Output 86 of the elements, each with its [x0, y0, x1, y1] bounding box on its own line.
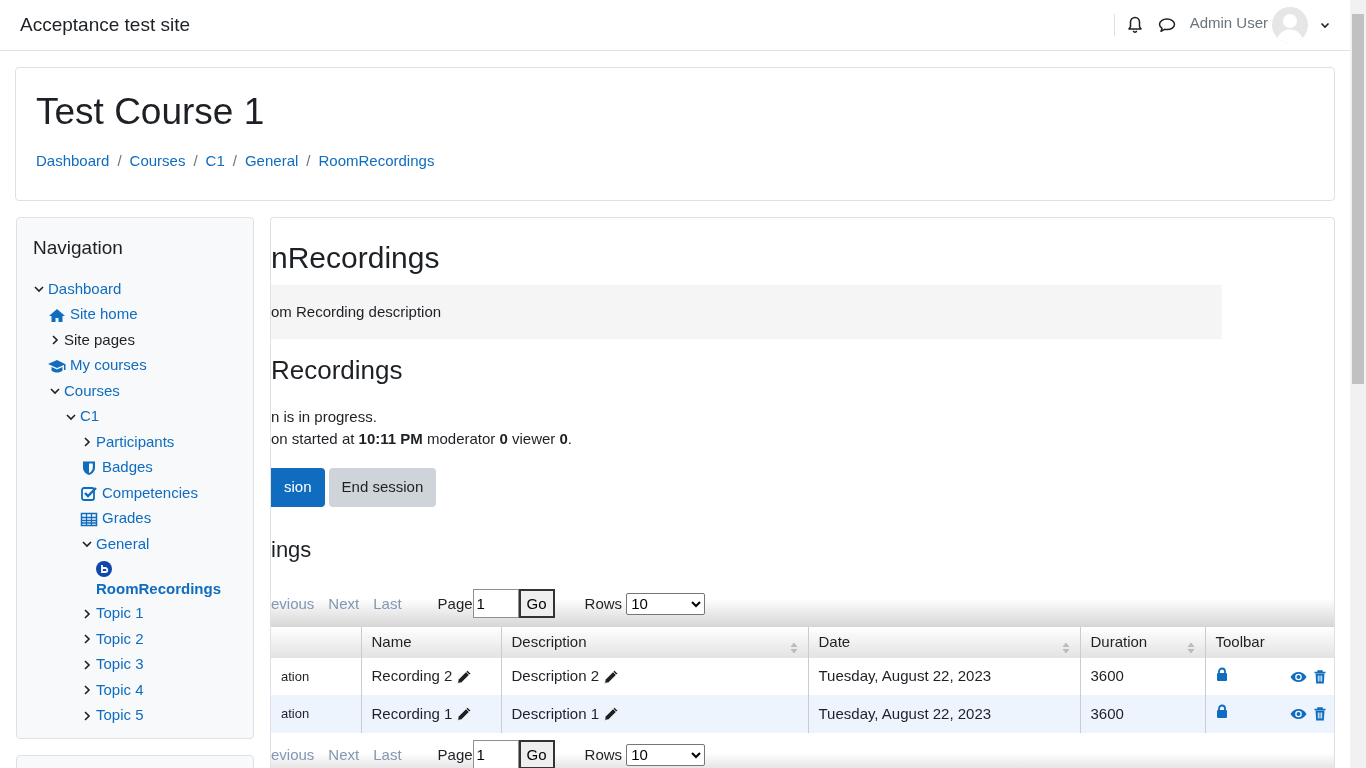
table-cell-text: Recording 1	[371, 703, 453, 724]
end-session-button[interactable]: End session	[328, 468, 437, 507]
nav-link[interactable]: Topic 5	[96, 704, 144, 727]
breadcrumb-separator: /	[193, 151, 198, 172]
breadcrumb-link[interactable]: RoomRecordings	[318, 150, 435, 173]
sort-icon	[789, 641, 798, 654]
table-cell: 3600	[1090, 704, 1124, 722]
nav-link[interactable]: General	[96, 532, 150, 556]
nav-item[interactable]: Site pages	[64, 328, 135, 352]
bell-icon[interactable]	[1126, 16, 1143, 34]
activity-icon	[96, 560, 112, 577]
breadcrumb-separator: /	[117, 151, 122, 172]
rows-label: Rows	[584, 744, 623, 765]
column-header: Name	[361, 626, 501, 658]
lock-icon[interactable]	[1215, 704, 1228, 719]
column-header[interactable]: Duration	[1080, 626, 1205, 658]
nav-link[interactable]: Topic 4	[96, 678, 144, 702]
nav-link[interactable]: C1	[80, 405, 100, 428]
breadcrumb-link[interactable]: Dashboard	[36, 150, 110, 173]
nav-link[interactable]: Courses	[64, 379, 120, 403]
lock-icon[interactable]	[1215, 666, 1228, 681]
user-name[interactable]: Admin User	[1189, 11, 1268, 35]
sort-icon	[1061, 641, 1070, 654]
page-field[interactable]: 1	[472, 589, 519, 619]
block-title: Navigation	[33, 235, 124, 260]
rows-label: Rows	[584, 593, 623, 614]
sort-icon	[1186, 641, 1195, 654]
column-header: Toolbar	[1205, 626, 1334, 658]
table-icon	[80, 510, 98, 527]
pencil-icon[interactable]	[456, 706, 473, 723]
nav-link[interactable]: Topic 1	[96, 602, 144, 625]
shield-icon	[80, 459, 98, 476]
table-cell: ation	[281, 706, 310, 722]
home-icon	[48, 306, 66, 323]
caret-icon	[1320, 21, 1330, 29]
course-title: Test Course 1	[36, 90, 266, 134]
nav-link[interactable]: Badges	[102, 456, 153, 479]
nav-link[interactable]: Participants	[96, 430, 175, 454]
scrollbar[interactable]	[1350, 0, 1366, 768]
nav-link[interactable]: Competencies	[102, 481, 198, 505]
pencil-icon[interactable]	[603, 706, 620, 723]
status-text: n is in progress.	[271, 407, 378, 428]
page-label: Page	[437, 593, 473, 614]
nav-link[interactable]: Grades	[102, 507, 152, 530]
pencil-icon[interactable]	[456, 668, 473, 685]
go-button[interactable]: Go	[518, 740, 555, 768]
nav-link[interactable]: Topic 3	[96, 653, 144, 676]
table-cell: Tuesday, August 22, 2023	[818, 704, 992, 722]
page-field[interactable]: 1	[472, 740, 519, 768]
chat-bubble-icon[interactable]	[1157, 17, 1176, 33]
site-name[interactable]: Acceptance test site	[20, 10, 191, 40]
rows-select[interactable]: 10	[626, 592, 706, 615]
breadcrumb-separator: /	[232, 151, 237, 172]
column-header[interactable]: Date	[808, 626, 1080, 658]
eye-icon[interactable]	[1290, 670, 1307, 683]
breadcrumb-separator: /	[306, 151, 311, 172]
checkbox-icon	[80, 485, 98, 502]
table-cell: Tuesday, August 22, 2023	[818, 667, 992, 685]
breadcrumb-link[interactable]: General	[244, 150, 299, 173]
go-button[interactable]: Go	[518, 589, 555, 619]
nav-link[interactable]: RoomRecordings	[96, 576, 221, 601]
rows-select[interactable]: 10	[626, 743, 706, 766]
breadcrumb-link[interactable]: C1	[205, 150, 225, 173]
pencil-icon[interactable]	[603, 668, 620, 685]
join-button[interactable]: sion	[271, 468, 325, 507]
breadcrumb-link[interactable]: Courses	[129, 150, 186, 173]
table-cell-text: Description 2	[511, 666, 600, 687]
session-details: on started at 10:11 PM moderator 0 viewer 0.	[271, 429, 574, 450]
nav-link[interactable]: Site home	[70, 303, 138, 326]
page-label: Page	[437, 744, 473, 765]
section-heading: Recordings	[271, 354, 404, 387]
column-header[interactable]: Description	[501, 626, 808, 658]
section-heading: ings	[271, 536, 313, 563]
table-cell: 3600	[1090, 667, 1124, 685]
table-cell-text: Recording 2	[371, 666, 453, 687]
table-cell: ation	[281, 668, 310, 684]
trash-icon[interactable]	[1314, 707, 1326, 722]
description-text: om Recording description	[271, 284, 1222, 339]
nav-link[interactable]: Topic 2	[96, 627, 144, 651]
trash-icon[interactable]	[1314, 669, 1326, 684]
graduation-cap-icon	[48, 357, 66, 374]
nav-link[interactable]: Dashboard	[48, 277, 122, 301]
eye-icon[interactable]	[1290, 708, 1307, 721]
activity-heading: nRecordings	[271, 239, 441, 276]
table-cell-text: Description 1	[511, 703, 600, 724]
nav-link[interactable]: My courses	[70, 354, 147, 377]
